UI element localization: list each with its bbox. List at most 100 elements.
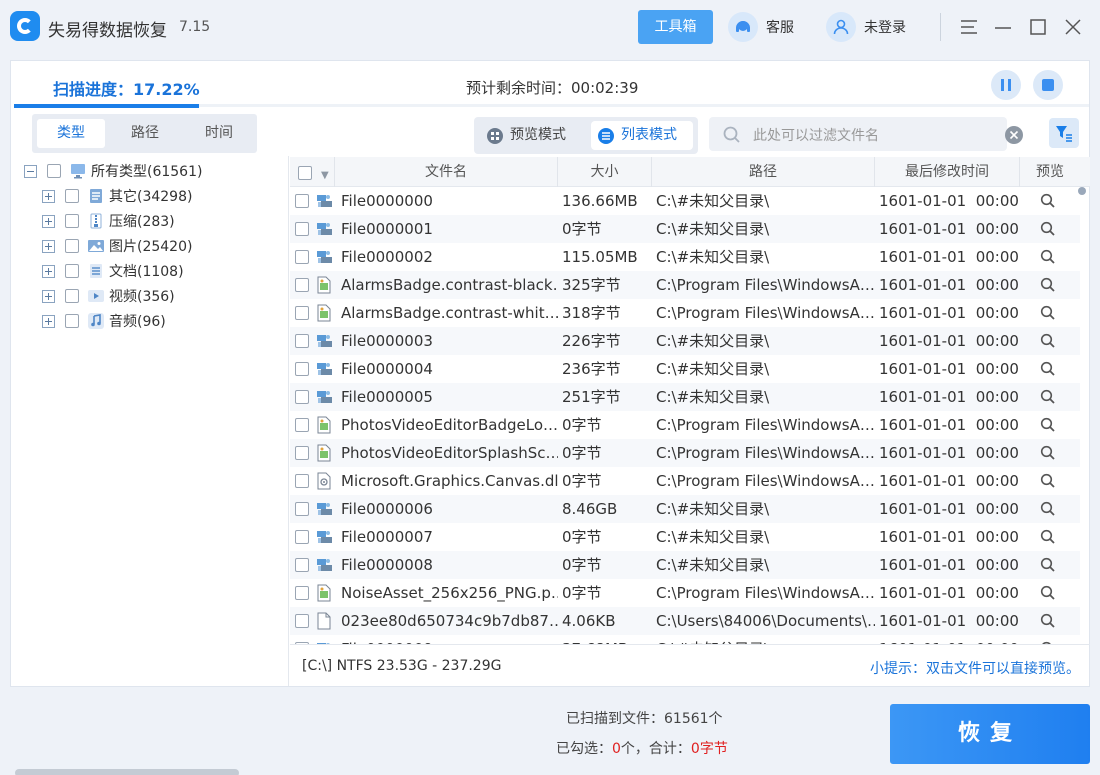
preview-search-icon[interactable] xyxy=(1040,473,1056,489)
maximize-icon[interactable] xyxy=(1025,14,1051,40)
preview-search-icon[interactable] xyxy=(1040,529,1056,545)
horizontal-scrollbar[interactable] xyxy=(15,769,239,775)
preview-search-icon[interactable] xyxy=(1040,221,1056,237)
preview-search-icon[interactable] xyxy=(1040,193,1056,209)
table-row[interactable]: File0000009 37.68MB C:\#未知父目录\ 1601-01-01 0… xyxy=(290,635,1080,644)
row-checkbox[interactable] xyxy=(295,586,309,600)
toolbox-button[interactable]: 工具箱 xyxy=(638,10,713,44)
recover-button[interactable]: 恢复 xyxy=(890,704,1090,764)
table-row[interactable]: 023ee80d650734c9b7db87… 4.06KB C:\Users\84… xyxy=(290,607,1080,635)
preview-search-icon[interactable] xyxy=(1040,585,1056,601)
expand-icon[interactable] xyxy=(42,264,55,278)
tab-time[interactable]: 时间 xyxy=(185,119,253,148)
table-row[interactable]: File0000007 0字节 C:\#未知父目录\ 1601-01-01 00:00 xyxy=(290,523,1080,551)
column-path[interactable]: 路径 xyxy=(652,157,875,187)
tree-checkbox[interactable] xyxy=(65,214,79,228)
preview-search-icon[interactable] xyxy=(1040,361,1056,377)
tab-path[interactable]: 路径 xyxy=(111,119,179,148)
row-checkbox[interactable] xyxy=(295,502,309,516)
vertical-scroll-thumb[interactable] xyxy=(1078,187,1086,195)
stop-button[interactable] xyxy=(1033,70,1063,100)
pause-button[interactable] xyxy=(991,70,1021,100)
tab-type[interactable]: 类型 xyxy=(37,119,105,148)
table-row[interactable]: Microsoft.Graphics.Canvas.dll 0字节 C:\Progr… xyxy=(290,467,1080,495)
table-row[interactable]: PhotosVideoEditorSplashSc… 0字节 C:\Program … xyxy=(290,439,1080,467)
tree-checkbox[interactable] xyxy=(65,189,79,203)
table-row[interactable]: File0000000 136.66MB C:\#未知父目录\ 1601-01-01 … xyxy=(290,187,1080,215)
tree-root[interactable]: 所有类型(61561) xyxy=(24,160,202,182)
row-checkbox[interactable] xyxy=(295,250,309,264)
tree-checkbox[interactable] xyxy=(47,164,61,178)
generic-file-icon xyxy=(315,332,333,350)
service-button[interactable]: 客服 xyxy=(728,11,794,43)
expand-icon[interactable] xyxy=(42,214,55,228)
preview-search-icon[interactable] xyxy=(1040,417,1056,433)
row-checkbox[interactable] xyxy=(295,362,309,376)
table-row[interactable]: File0000006 8.46GB C:\#未知父目录\ 1601-01-01 00… xyxy=(290,495,1080,523)
table-row[interactable]: NoiseAsset_256x256_PNG.p… 0字节 C:\Program F… xyxy=(290,579,1080,607)
tree-item[interactable]: 视频(356) xyxy=(42,285,175,307)
tree-checkbox[interactable] xyxy=(65,239,79,253)
preview-search-icon[interactable] xyxy=(1040,557,1056,573)
file-path: C:\#未知父目录\ xyxy=(656,556,770,574)
table-row[interactable]: File0000005 251字节 C:\#未知父目录\ 1601-01-01 00:… xyxy=(290,383,1080,411)
table-row[interactable]: File0000003 226字节 C:\#未知父目录\ 1601-01-01 00:… xyxy=(290,327,1080,355)
table-row[interactable]: File0000001 0字节 C:\#未知父目录\ 1601-01-01 00:00 xyxy=(290,215,1080,243)
clear-search-icon[interactable] xyxy=(1005,126,1023,148)
tree-item[interactable]: 压缩(283) xyxy=(42,210,175,232)
row-checkbox[interactable] xyxy=(295,222,309,236)
expand-icon[interactable] xyxy=(42,239,55,253)
row-checkbox[interactable] xyxy=(295,474,309,488)
row-checkbox[interactable] xyxy=(295,334,309,348)
table-row[interactable]: File0000008 0字节 C:\#未知父目录\ 1601-01-01 00:00 xyxy=(290,551,1080,579)
row-checkbox[interactable] xyxy=(295,278,309,292)
preview-search-icon[interactable] xyxy=(1040,333,1056,349)
expand-icon[interactable] xyxy=(42,289,55,303)
tree-item[interactable]: 音频(96) xyxy=(42,310,166,332)
preview-search-icon[interactable] xyxy=(1040,501,1056,517)
tree-checkbox[interactable] xyxy=(65,289,79,303)
table-row[interactable]: File0000002 115.05MB C:\#未知父目录\ 1601-01-01 … xyxy=(290,243,1080,271)
table-row[interactable]: PhotosVideoEditorBadgeLo… 0字节 C:\Program F… xyxy=(290,411,1080,439)
column-modified-time[interactable]: 最后修改时间 xyxy=(875,157,1020,187)
row-checkbox[interactable] xyxy=(295,390,309,404)
list-mode-button[interactable]: 列表模式 xyxy=(591,121,693,150)
tree-checkbox[interactable] xyxy=(65,264,79,278)
row-checkbox[interactable] xyxy=(295,614,309,628)
tree-item[interactable]: 文档(1108) xyxy=(42,260,184,282)
expand-icon[interactable] xyxy=(42,189,55,203)
table-row[interactable]: File0000004 236字节 C:\#未知父目录\ 1601-01-01 00:… xyxy=(290,355,1080,383)
row-checkbox[interactable] xyxy=(295,418,309,432)
column-name[interactable]: 文件名 xyxy=(335,157,558,187)
row-checkbox[interactable] xyxy=(295,306,309,320)
preview-search-icon[interactable] xyxy=(1040,277,1056,293)
preview-search-icon[interactable] xyxy=(1040,305,1056,321)
row-checkbox[interactable] xyxy=(295,558,309,572)
row-checkbox[interactable] xyxy=(295,530,309,544)
table-row[interactable]: AlarmsBadge.contrast-black… 325字节 C:\Progr… xyxy=(290,271,1080,299)
row-checkbox[interactable] xyxy=(295,446,309,460)
filter-button[interactable] xyxy=(1049,118,1079,148)
preview-search-icon[interactable] xyxy=(1040,389,1056,405)
collapse-icon[interactable] xyxy=(24,164,37,178)
preview-mode-button[interactable]: 预览模式 xyxy=(480,121,586,150)
tree-item[interactable]: 其它(34298) xyxy=(42,185,192,207)
column-size[interactable]: 大小 xyxy=(558,157,652,187)
tree-checkbox[interactable] xyxy=(65,314,79,328)
search-input[interactable]: 此处可以过滤文件名 xyxy=(709,117,1023,151)
close-icon[interactable] xyxy=(1060,14,1086,40)
expand-icon[interactable] xyxy=(42,314,55,328)
menu-icon[interactable] xyxy=(956,14,982,40)
preview-search-icon[interactable] xyxy=(1040,249,1056,265)
preview-search-icon[interactable] xyxy=(1040,445,1056,461)
row-checkbox[interactable] xyxy=(295,194,309,208)
preview-search-icon[interactable] xyxy=(1040,613,1056,629)
vertical-scrollbar[interactable] xyxy=(1078,187,1086,644)
minimize-icon[interactable] xyxy=(990,14,1016,40)
table-row[interactable]: AlarmsBadge.contrast-whit… 318字节 C:\Progra… xyxy=(290,299,1080,327)
tree-item[interactable]: 图片(25420) xyxy=(42,235,192,257)
login-button[interactable]: 未登录 xyxy=(826,11,906,43)
image-file-icon xyxy=(315,444,333,462)
select-all-checkbox[interactable] xyxy=(298,166,312,180)
tree-item-label: 文档(1108) xyxy=(109,264,184,280)
